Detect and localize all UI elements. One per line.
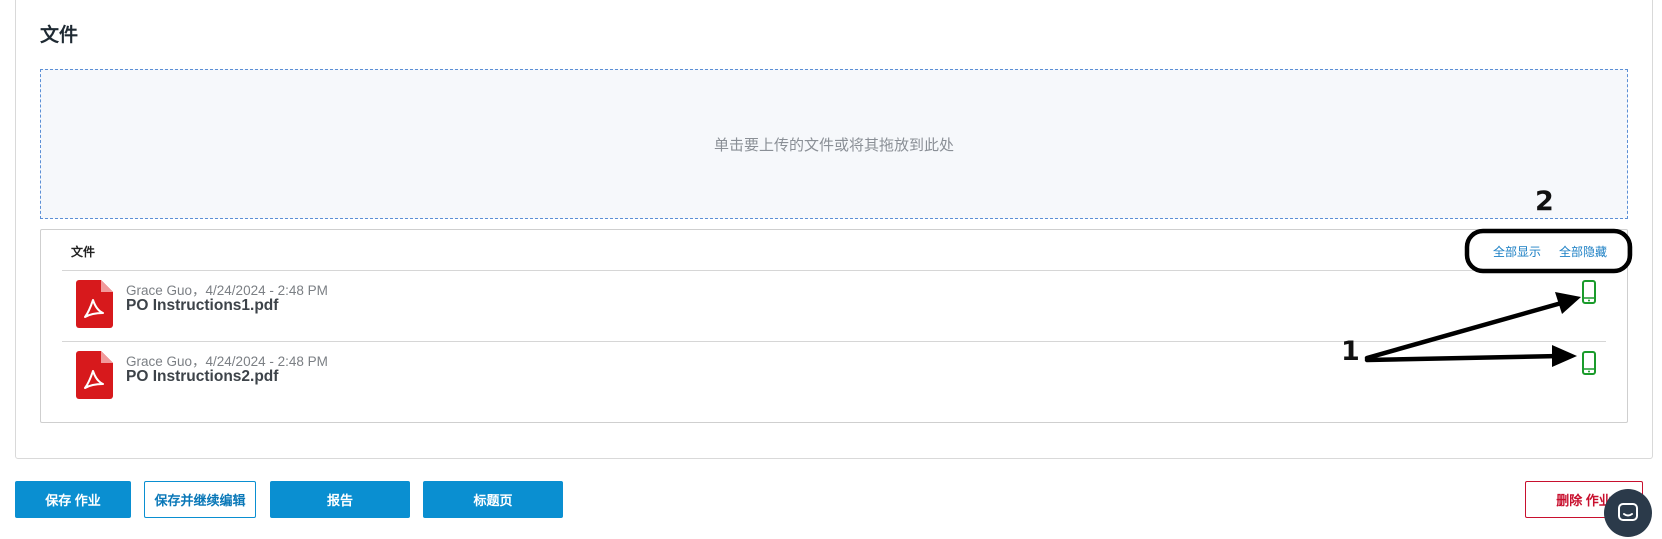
annotation-label-1: 1: [1341, 336, 1360, 367]
chat-icon: [1618, 503, 1638, 521]
file-row: Grace Guo，4/24/2024 - 2:48 PM PO Instruc…: [62, 341, 1606, 412]
mobile-phone-icon[interactable]: [1580, 351, 1598, 375]
dropzone-text: 单击要上传的文件或将其拖放到此处: [713, 136, 954, 154]
annotation-label-2: 2: [1535, 186, 1554, 217]
file-row: Grace Guo，4/24/2024 - 2:48 PM PO Instruc…: [62, 270, 1606, 341]
report-button[interactable]: 报告: [270, 481, 410, 518]
hide-all-link[interactable]: 全部隐藏: [1559, 243, 1607, 260]
section-title: 文件: [40, 25, 79, 46]
show-all-link[interactable]: 全部显示: [1493, 243, 1541, 260]
chat-button[interactable]: [1604, 489, 1652, 537]
pdf-icon[interactable]: [76, 280, 113, 328]
file-upload-dropzone[interactable]: 单击要上传的文件或将其拖放到此处: [40, 69, 1628, 219]
visibility-links: 全部显示 全部隐藏: [1493, 243, 1607, 260]
file-meta: Grace Guo，4/24/2024 - 2:48 PM: [126, 354, 328, 369]
file-name-link[interactable]: PO Instructions2.pdf: [126, 368, 278, 386]
file-name-link[interactable]: PO Instructions1.pdf: [126, 297, 278, 315]
mobile-phone-icon[interactable]: [1580, 280, 1598, 304]
save-button[interactable]: 保存 作业: [15, 481, 131, 518]
files-list-panel: 文件 全部显示 全部隐藏 Grace Guo，4/24/2024 - 2:48 …: [40, 229, 1628, 423]
title-page-button[interactable]: 标题页: [423, 481, 563, 518]
save-continue-button[interactable]: 保存并继续编辑: [144, 481, 256, 518]
file-meta: Grace Guo，4/24/2024 - 2:48 PM: [126, 283, 328, 298]
files-header-label: 文件: [71, 245, 96, 259]
pdf-icon[interactable]: [76, 351, 113, 399]
